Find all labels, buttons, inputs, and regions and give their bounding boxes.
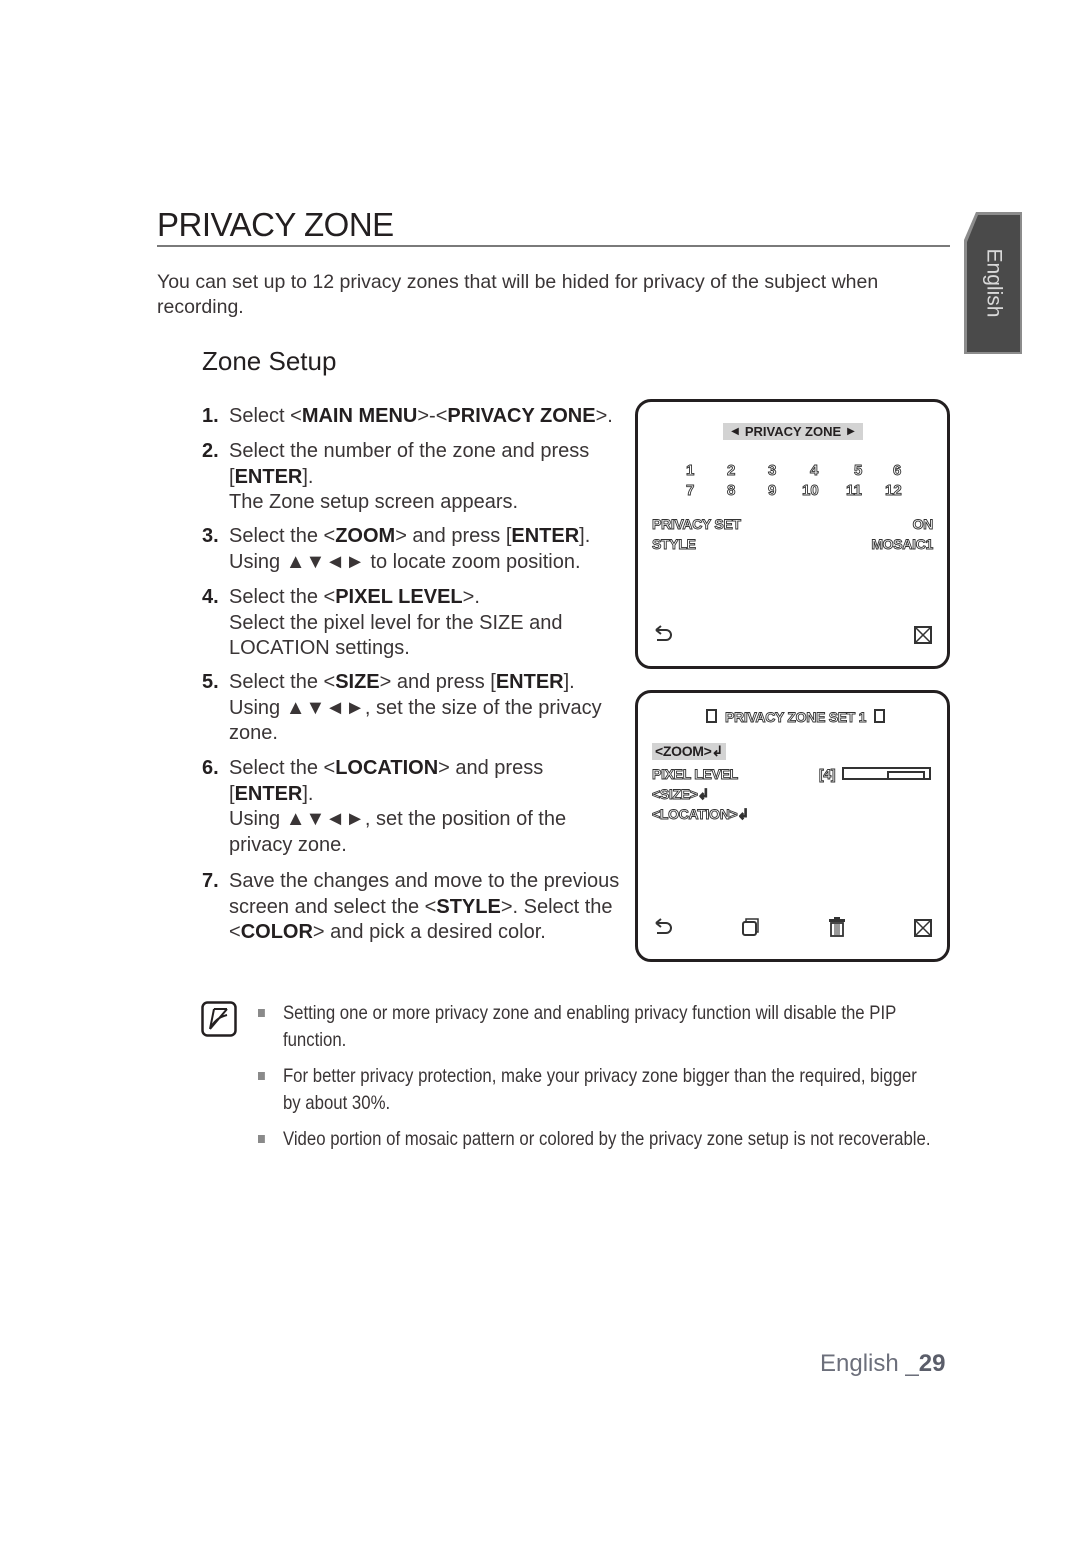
- zoom-menu-item[interactable]: <ZOOM>↲: [652, 743, 726, 760]
- step-3: 3. Select the <ZOOM> and press [ENTER]. Us…: [202, 524, 632, 575]
- zone-number[interactable]: 12: [885, 482, 903, 500]
- note-text: Video portion of mosaic pattern or color…: [282, 1128, 931, 1150]
- enter-icon: ↲: [737, 806, 750, 823]
- step-text: Select the <ZOOM> and press [ENTER]. Usin…: [229, 525, 591, 573]
- pixel-level-slider-thumb[interactable]: [886, 771, 925, 780]
- bullet-icon: [258, 1135, 265, 1143]
- step-keyword: MAIN MENU: [301, 405, 418, 427]
- size-label: <SIZE>: [652, 786, 699, 803]
- step-keyword: ZOOM: [335, 525, 396, 547]
- step-5: 5. Select the <SIZE> and press [ENTER]. Us…: [202, 670, 632, 747]
- step-text: Select <MAIN MENU>-<PRIVACY ZONE>.: [229, 405, 613, 427]
- language-tab[interactable]: English: [964, 212, 1022, 354]
- zone-number[interactable]: 3: [768, 462, 777, 480]
- step-keyword: ENTER: [511, 525, 580, 547]
- zone-number[interactable]: 6: [893, 462, 902, 480]
- return-icon[interactable]: [653, 625, 673, 645]
- location-label: <LOCATION>: [652, 806, 739, 823]
- zone-number[interactable]: 5: [854, 462, 863, 480]
- exit-icon[interactable]: [914, 626, 932, 644]
- zone-number[interactable]: 4: [810, 462, 819, 480]
- exit-icon[interactable]: [914, 919, 932, 937]
- note-item: For better privacy protection, make your…: [258, 1063, 917, 1117]
- step-keyword: COLOR: [240, 921, 313, 943]
- zone-number[interactable]: 1: [686, 462, 695, 480]
- size-menu-item[interactable]: <SIZE>↲: [652, 786, 710, 803]
- save-window-icon[interactable]: [741, 918, 759, 936]
- square-marker-icon: [874, 709, 886, 723]
- step-keyword: ENTER: [495, 671, 564, 693]
- step-1: 1. Select <MAIN MENU>-<PRIVACY ZONE>.: [202, 404, 632, 430]
- page-number: 29: [918, 1350, 946, 1377]
- step-text: Select the <LOCATION> and press [ENTER].…: [229, 757, 567, 856]
- step-number: 1.: [202, 405, 219, 427]
- pixel-level-value: [4]: [819, 766, 836, 783]
- privacy-set-value[interactable]: ON: [912, 516, 934, 533]
- step-6: 6. Select the <LOCATION> and press [ENTER…: [202, 756, 632, 858]
- enter-icon: ↲: [697, 786, 710, 803]
- step-number: 4.: [202, 586, 219, 608]
- osd-header-title: PRIVACY ZONE SET 1: [725, 709, 867, 726]
- zone-number[interactable]: 9: [768, 482, 777, 500]
- location-menu-item[interactable]: <LOCATION>↲: [652, 806, 750, 823]
- step-text: Save the changes and move to the previou…: [229, 870, 620, 943]
- osd-zone-set-screen: PRIVACY ZONE SET 1 <ZOOM>↲ PIXEL LEVEL […: [635, 690, 950, 962]
- zone-number[interactable]: 10: [802, 482, 820, 500]
- left-arrow-icon[interactable]: ◀: [731, 426, 739, 437]
- note-text: Setting one or more privacy zone and ena…: [282, 1002, 897, 1051]
- osd-header: ◀ PRIVACY ZONE ▶: [723, 423, 863, 440]
- return-icon[interactable]: [653, 918, 673, 938]
- step-keyword: LOCATION: [335, 757, 439, 779]
- osd-header-title: PRIVACY ZONE: [744, 424, 842, 439]
- pixel-level-label[interactable]: PIXEL LEVEL: [652, 766, 739, 783]
- step-keyword: ENTER: [234, 782, 303, 805]
- title-divider: [157, 245, 950, 247]
- page-footer: English _29: [820, 1350, 945, 1378]
- step-text: Select the <SIZE> and press [ENTER]. Usin…: [229, 671, 602, 744]
- note-item: Video portion of mosaic pattern or color…: [258, 1126, 931, 1153]
- step-keyword: PRIVACY ZONE: [447, 405, 596, 427]
- step-number: 2.: [202, 440, 219, 462]
- language-tab-label: English: [982, 248, 1006, 318]
- style-label[interactable]: STYLE: [652, 536, 697, 553]
- note-icon: [201, 1001, 237, 1037]
- footer-language: English _: [820, 1350, 919, 1377]
- note-text: For better privacy protection, make your…: [282, 1065, 917, 1114]
- step-number: 6.: [202, 757, 219, 779]
- zone-number[interactable]: 2: [727, 462, 736, 480]
- privacy-set-label[interactable]: PRIVACY SET: [652, 516, 742, 533]
- trash-icon[interactable]: [828, 917, 846, 937]
- step-7: 7. Save the changes and move to the previ…: [202, 869, 632, 946]
- step-keyword: ENTER: [234, 465, 303, 488]
- step-keyword: PIXEL LEVEL: [335, 586, 463, 608]
- enter-icon: ↲: [711, 743, 724, 759]
- bullet-icon: [258, 1072, 265, 1080]
- zone-number[interactable]: 7: [686, 482, 695, 500]
- step-4: 4. Select the <PIXEL LEVEL>. Select the pi…: [202, 585, 632, 662]
- pixel-level-slider[interactable]: [842, 767, 931, 780]
- osd-privacy-zone-screen: ◀ PRIVACY ZONE ▶ 1 2 3 4 5 6 7 8 9 10 11…: [635, 399, 950, 669]
- zone-number[interactable]: 11: [846, 482, 863, 500]
- step-2: 2. Select the number of the zone and pres…: [202, 439, 632, 516]
- style-value[interactable]: MOSAIC1: [871, 536, 934, 553]
- bullet-icon: [258, 1009, 265, 1017]
- step-keyword: SIZE: [335, 671, 380, 693]
- zoom-label: <ZOOM>: [655, 743, 712, 759]
- step-number: 5.: [202, 671, 219, 693]
- note-item: Setting one or more privacy zone and ena…: [258, 1000, 896, 1054]
- page-title: PRIVACY ZONE: [157, 206, 394, 243]
- section-title: Zone Setup: [202, 346, 337, 376]
- step-text: Select the number of the zone and press …: [229, 440, 590, 513]
- intro-paragraph: You can set up to 12 privacy zones that …: [157, 271, 879, 318]
- step-number: 3.: [202, 525, 219, 547]
- osd-header: PRIVACY ZONE SET 1: [698, 709, 893, 725]
- step-text: Select the <PIXEL LEVEL>. Select the pixe…: [229, 586, 563, 659]
- step-number: 7.: [202, 870, 219, 892]
- step-keyword: STYLE: [436, 895, 501, 918]
- square-marker-icon: [706, 709, 717, 723]
- zone-number[interactable]: 8: [727, 482, 736, 500]
- right-arrow-icon[interactable]: ▶: [847, 426, 855, 437]
